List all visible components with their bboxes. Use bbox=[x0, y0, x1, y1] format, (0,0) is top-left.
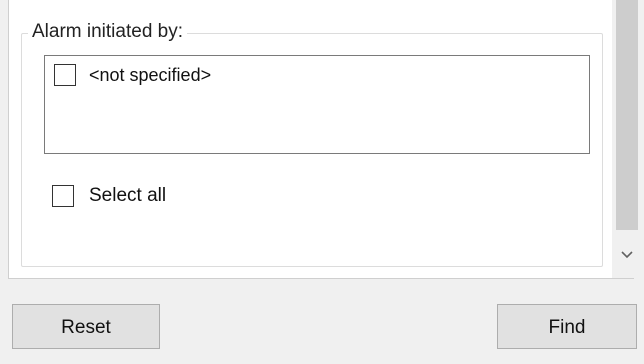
select-all-option[interactable]: Select all bbox=[52, 184, 166, 208]
dialog-root: Alarm initiated by: <not specified> Sele… bbox=[0, 0, 644, 364]
list-item[interactable]: <not specified> bbox=[54, 63, 211, 87]
find-button[interactable]: Find bbox=[497, 304, 637, 349]
vertical-scrollbar[interactable] bbox=[612, 0, 642, 278]
chevron-down-icon bbox=[621, 251, 633, 259]
filter-scroll-panel: Alarm initiated by: <not specified> Sele… bbox=[8, 0, 642, 279]
item-checkbox[interactable] bbox=[54, 64, 76, 86]
select-all-checkbox[interactable] bbox=[52, 185, 74, 207]
select-all-label: Select all bbox=[89, 185, 167, 206]
initiator-checked-list[interactable]: <not specified> bbox=[44, 55, 590, 154]
scroll-down-button[interactable] bbox=[612, 240, 642, 270]
scrollbar-thumb[interactable] bbox=[616, 0, 638, 230]
group-title: Alarm initiated by: bbox=[28, 20, 188, 44]
list-item-label: <not specified> bbox=[89, 65, 212, 85]
reset-button[interactable]: Reset bbox=[12, 304, 160, 349]
